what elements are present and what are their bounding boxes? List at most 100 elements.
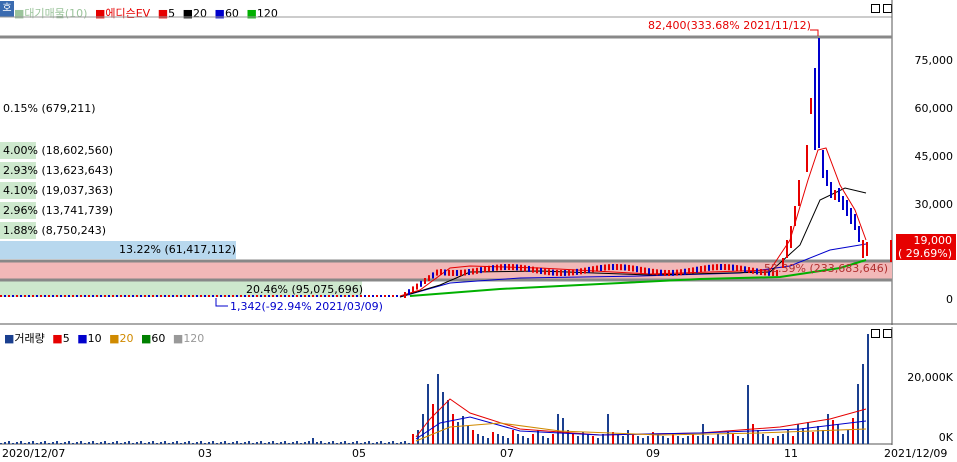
high-marker-arrow bbox=[810, 29, 819, 36]
low-marker-arrow bbox=[215, 298, 228, 307]
profile-label-5: 1.88% (8,750,243) bbox=[3, 224, 107, 237]
date-axis-label: 09 bbox=[646, 447, 660, 460]
date-axis-label: 2020/12/07 bbox=[2, 447, 66, 460]
volume-bar bbox=[192, 443, 194, 444]
volume-bar bbox=[717, 434, 719, 444]
candle bbox=[136, 295, 138, 297]
candle bbox=[842, 196, 844, 210]
volume-bar bbox=[112, 442, 114, 444]
candle bbox=[540, 268, 542, 275]
volume-bar bbox=[64, 442, 66, 444]
volume-bar bbox=[152, 441, 154, 444]
volume-bar bbox=[44, 441, 46, 444]
volume-bar bbox=[832, 420, 834, 444]
volume-bar bbox=[842, 434, 844, 444]
candle bbox=[116, 295, 118, 297]
candle bbox=[752, 267, 754, 274]
volume-bar bbox=[96, 443, 98, 444]
candle bbox=[372, 295, 374, 297]
candle bbox=[834, 190, 836, 200]
volume-bar bbox=[622, 436, 624, 444]
volume-bar bbox=[782, 434, 784, 444]
candle bbox=[584, 267, 586, 274]
candle bbox=[740, 265, 742, 272]
volume-bar bbox=[308, 441, 310, 444]
candle bbox=[236, 295, 238, 297]
volume-bar bbox=[477, 434, 479, 444]
profile-label-4: 2.96% (13,741,739) bbox=[3, 204, 114, 217]
candle bbox=[854, 214, 856, 230]
volume-bar bbox=[136, 442, 138, 444]
candle bbox=[568, 269, 570, 276]
candle bbox=[428, 275, 430, 282]
candle bbox=[212, 295, 214, 297]
candle bbox=[720, 264, 722, 271]
candle bbox=[44, 295, 46, 297]
volume-bar bbox=[577, 436, 579, 444]
volume-bar bbox=[244, 442, 246, 444]
candle bbox=[732, 264, 734, 271]
volume-bar bbox=[682, 438, 684, 444]
candle bbox=[572, 269, 574, 276]
candle bbox=[376, 295, 378, 297]
candle bbox=[172, 295, 174, 297]
candle bbox=[416, 283, 418, 290]
volume-bar bbox=[722, 436, 724, 444]
volume-bar bbox=[132, 443, 134, 444]
volume-bar bbox=[176, 441, 178, 444]
volume-bar bbox=[356, 441, 358, 444]
candle bbox=[380, 295, 382, 297]
volume-bar bbox=[802, 428, 804, 444]
date-axis-label: 07 bbox=[500, 447, 514, 460]
candle bbox=[600, 264, 602, 271]
volume-bar bbox=[0, 443, 2, 444]
candle bbox=[224, 295, 226, 297]
candle bbox=[704, 265, 706, 272]
price-chart-panel[interactable]: 호 ■대기매물(10) ■에디슨EV ■5 ■20 ■60 ■120 0.15%… bbox=[0, 0, 957, 325]
volume-bar bbox=[220, 442, 222, 444]
candle bbox=[476, 267, 478, 274]
volume-bar bbox=[412, 434, 414, 444]
volume-bar bbox=[408, 443, 410, 444]
volume-bar bbox=[16, 442, 18, 444]
high-annotation: 82,400(333.68% 2021/11/12) bbox=[648, 19, 811, 32]
candle bbox=[468, 269, 470, 276]
volume-bar bbox=[236, 441, 238, 444]
volume-bar bbox=[384, 443, 386, 444]
volume-bar bbox=[512, 430, 514, 444]
volume-bar bbox=[312, 438, 314, 444]
candle bbox=[240, 295, 242, 297]
candle bbox=[810, 98, 812, 114]
candle bbox=[580, 268, 582, 275]
volume-bar bbox=[72, 443, 74, 444]
candle bbox=[204, 295, 206, 297]
volume-bar bbox=[260, 441, 262, 444]
volume-bar bbox=[647, 436, 649, 444]
candle bbox=[496, 264, 498, 271]
candle bbox=[12, 295, 14, 297]
volume-bar bbox=[156, 443, 158, 444]
volume-bar bbox=[124, 442, 126, 444]
volume-bar bbox=[542, 436, 544, 444]
candle bbox=[640, 266, 642, 273]
candle bbox=[822, 150, 824, 178]
candle bbox=[60, 295, 62, 297]
volume-bar bbox=[212, 441, 214, 444]
volume-chart-panel[interactable]: ■거래량 ■5 ■10 ■20 ■60 ■120 20,000K 0K bbox=[0, 327, 957, 445]
current-price-badge: 19,000 ( 29.69%) bbox=[896, 234, 956, 260]
volume-bar bbox=[632, 434, 634, 444]
candle bbox=[838, 188, 840, 202]
candle bbox=[814, 68, 816, 150]
candle bbox=[692, 267, 694, 274]
candle bbox=[504, 264, 506, 271]
candle bbox=[644, 267, 646, 274]
volume-bar bbox=[140, 441, 142, 444]
candle bbox=[548, 269, 550, 276]
candle bbox=[748, 267, 750, 274]
volume-bar bbox=[767, 436, 769, 444]
candle bbox=[628, 264, 630, 271]
candle bbox=[652, 268, 654, 275]
volume-bar bbox=[602, 434, 604, 444]
volume-bar bbox=[497, 434, 499, 444]
volume-bar bbox=[522, 436, 524, 444]
